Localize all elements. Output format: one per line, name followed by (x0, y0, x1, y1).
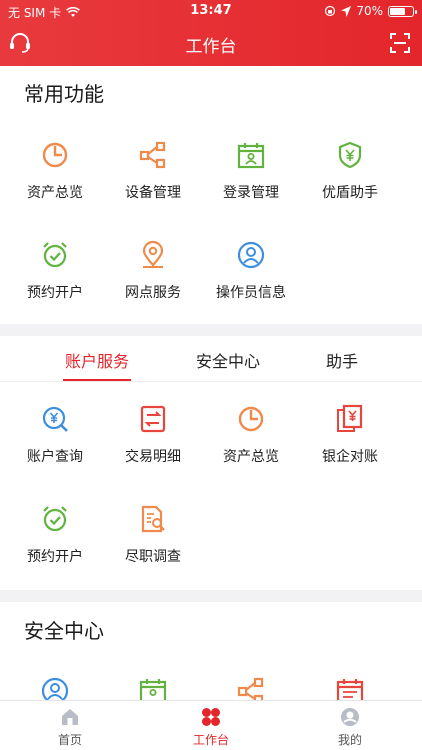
item-label: 设备管理 (125, 185, 181, 201)
item-label: 网点服务 (125, 285, 181, 301)
section-title: 常用功能 (24, 82, 104, 106)
share-nodes-icon (139, 141, 166, 169)
alarm-clock-check-icon (43, 506, 67, 532)
item-label: 登录管理 (223, 185, 279, 201)
battery-percent: 70% (356, 4, 383, 18)
branch-service-button[interactable]: 网点服务 (103, 240, 203, 302)
bottom-nav: 首页 工作台 我的 (0, 700, 422, 750)
services-card: 账户服务 安全中心 助手 账户查询 交易明细 资产总览 银企对账 预约开户 尽职… (0, 336, 422, 590)
nav-mine[interactable]: 我的 (300, 706, 400, 748)
tab-account-services[interactable]: 账户服务 (42, 348, 152, 372)
transfer-list-icon (140, 405, 166, 433)
common-functions-card: 常用功能 资产总览 设备管理 登录管理 优盾助手 预约开户 网点服务 操作员信息 (0, 66, 422, 324)
alarm-clock-check-icon (43, 242, 67, 268)
orientation-lock-icon (325, 5, 336, 17)
ushield-assistant-button[interactable]: 优盾助手 (300, 140, 400, 202)
yen-shield-icon (338, 141, 362, 169)
item-label: 预约开户 (27, 549, 83, 565)
map-pin-icon (142, 240, 164, 268)
calendar-user-icon (237, 143, 265, 169)
document-search-icon (141, 505, 165, 533)
pie-chart-icon (42, 142, 68, 168)
status-bar: 无 SIM 卡 13:47 70% (0, 0, 422, 22)
item-label: 优盾助手 (322, 185, 378, 201)
item-label: 预约开户 (27, 285, 83, 301)
due-diligence-button[interactable]: 尽职调查 (103, 504, 203, 566)
bank-reconciliation-button[interactable]: 银企对账 (300, 404, 400, 466)
account-query-button[interactable]: 账户查询 (5, 404, 105, 466)
service-tabs: 账户服务 安全中心 助手 (0, 336, 422, 382)
yen-docs-icon (337, 404, 363, 432)
item-label: 资产总览 (223, 449, 279, 465)
appointment-account-button-2[interactable]: 预约开户 (5, 504, 105, 566)
active-tab-indicator (63, 379, 131, 381)
nav-home[interactable]: 首页 (20, 706, 120, 748)
transaction-details-button[interactable]: 交易明细 (103, 404, 203, 466)
nav-label: 我的 (337, 733, 362, 747)
yen-search-icon (42, 406, 68, 432)
page-title: 工作台 (185, 37, 237, 57)
nav-label: 首页 (57, 733, 82, 747)
operator-info-button[interactable]: 操作员信息 (201, 240, 301, 302)
item-label: 账户查询 (27, 449, 83, 465)
clover-grid-icon (202, 708, 220, 726)
login-management-button[interactable]: 登录管理 (201, 140, 301, 202)
item-label: 操作员信息 (216, 285, 286, 301)
asset-overview-button[interactable]: 资产总览 (5, 140, 105, 202)
scan-icon[interactable] (388, 31, 412, 55)
item-label: 银企对账 (322, 449, 378, 465)
nav-label: 工作台 (192, 733, 229, 747)
user-circle-icon (237, 241, 265, 269)
app-header: 无 SIM 卡 13:47 70% 工作台 (0, 0, 422, 66)
home-icon (62, 709, 78, 725)
item-label: 资产总览 (27, 185, 83, 201)
battery-icon (388, 5, 417, 17)
location-icon (341, 5, 352, 17)
item-label: 交易明细 (125, 449, 181, 465)
section-title: 安全中心 (24, 619, 104, 643)
profile-icon (341, 708, 359, 726)
device-management-button[interactable]: 设备管理 (103, 140, 203, 202)
asset-overview-button-2[interactable]: 资产总览 (201, 404, 301, 466)
appointment-account-button[interactable]: 预约开户 (5, 240, 105, 302)
tab-security-center[interactable]: 安全中心 (173, 348, 283, 372)
nav-workbench[interactable]: 工作台 (161, 706, 261, 748)
pie-chart-icon (238, 406, 264, 432)
tab-assistant[interactable]: 助手 (287, 348, 397, 372)
item-label: 尽职调查 (125, 549, 181, 565)
